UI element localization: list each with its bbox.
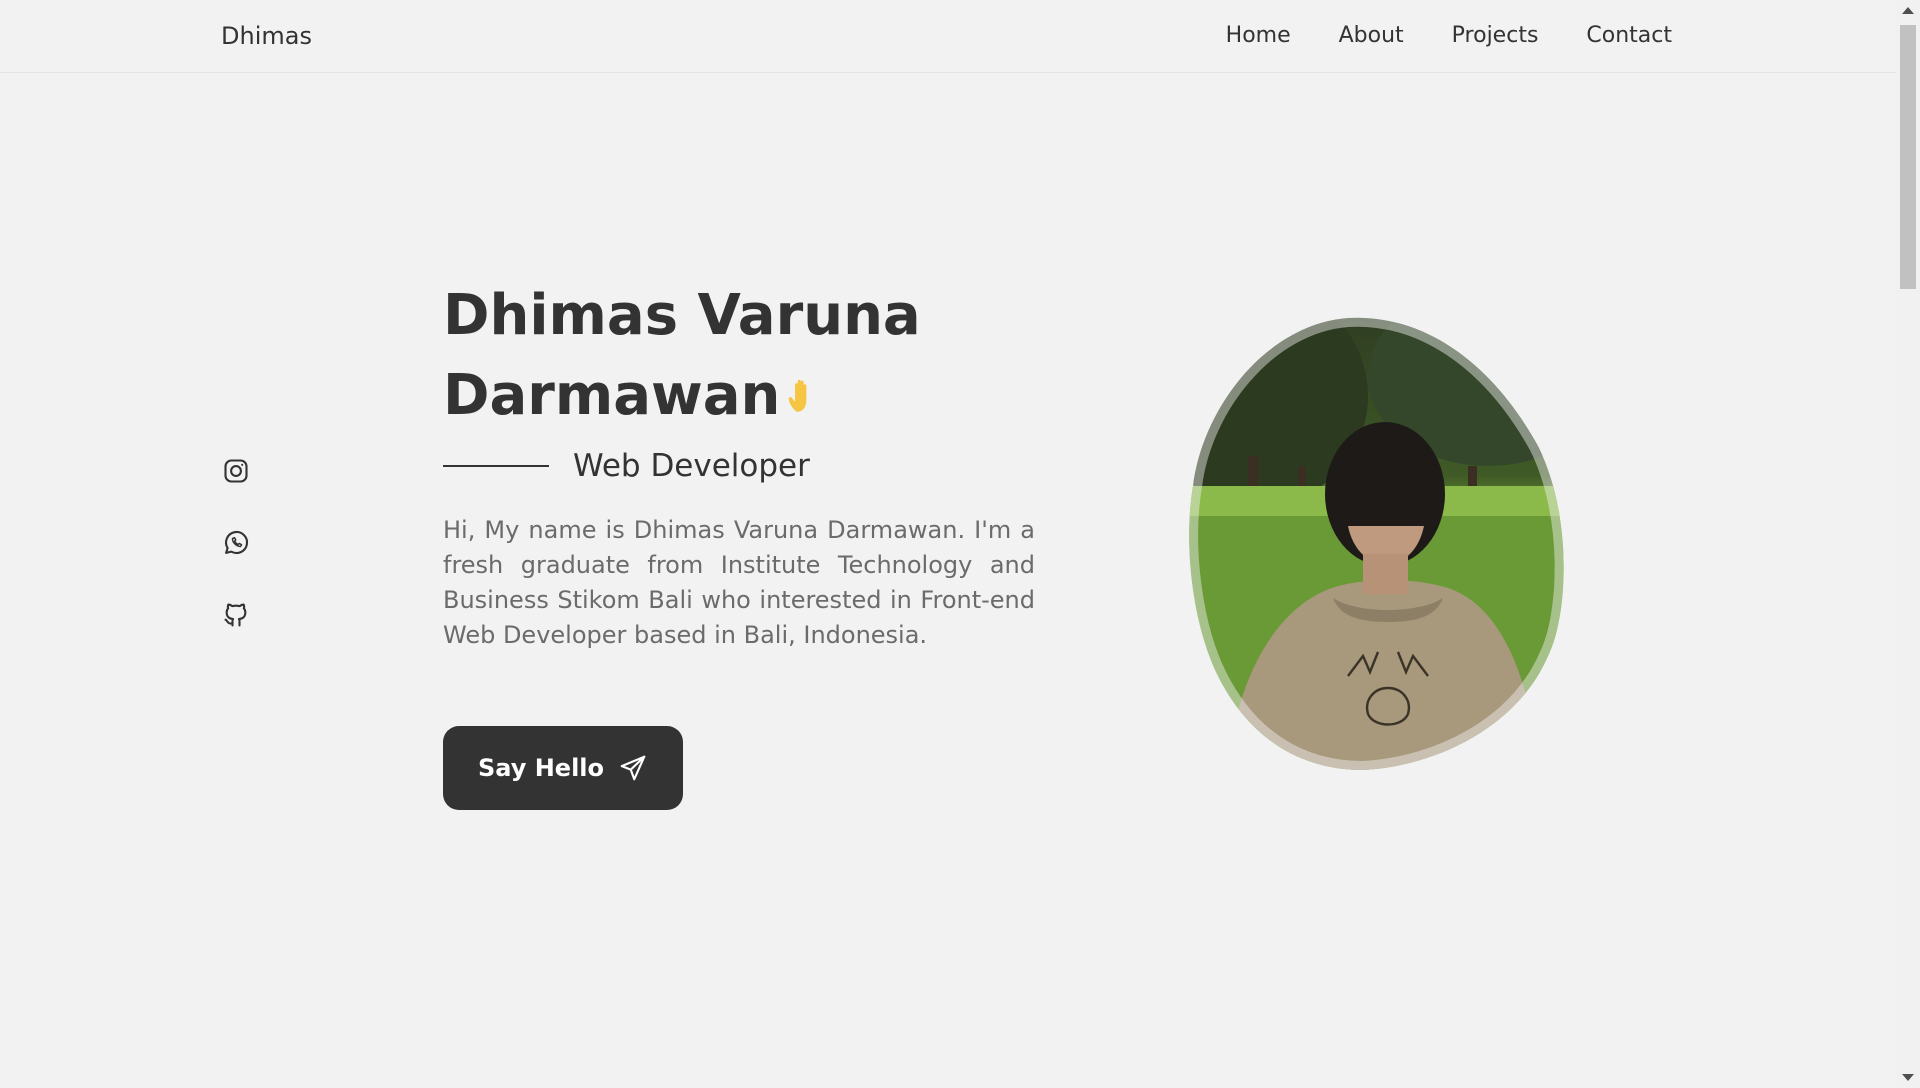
send-icon	[620, 755, 646, 781]
nav-link-home[interactable]: Home	[1226, 23, 1291, 48]
nav-item-about: About	[1339, 23, 1404, 48]
instagram-link[interactable]	[222, 457, 250, 485]
hero-title: Dhimas Varuna Darmawan	[443, 276, 963, 436]
nav-item-projects: Projects	[1452, 23, 1539, 48]
whatsapp-icon	[225, 531, 249, 555]
social-links	[222, 457, 250, 629]
hero-title-line1: Dhimas Varuna	[443, 283, 921, 348]
hero-title-line2: Darmawan	[443, 363, 781, 428]
github-icon	[224, 603, 247, 627]
site-logo[interactable]: Dhimas	[221, 22, 312, 50]
nav-item-home: Home	[1226, 23, 1291, 48]
scroll-thumb[interactable]	[1900, 25, 1916, 289]
hero-subtitle: Web Developer	[573, 448, 810, 484]
nav-item-contact: Contact	[1586, 23, 1672, 48]
subtitle-divider	[443, 465, 549, 467]
waving-hand-icon	[789, 379, 807, 412]
scroll-up-arrow-icon[interactable]	[1902, 7, 1914, 14]
vertical-scrollbar[interactable]	[1896, 0, 1920, 1088]
site-header: Dhimas Home About Projects Contact	[0, 0, 1896, 73]
say-hello-label: Say Hello	[477, 754, 605, 782]
nav-link-projects[interactable]: Projects	[1452, 23, 1539, 48]
profile-image-blob	[1180, 308, 1573, 780]
main-nav: Home About Projects Contact	[1226, 23, 1672, 48]
nav-link-about[interactable]: About	[1339, 23, 1404, 48]
whatsapp-link[interactable]	[222, 529, 250, 557]
nav-link-contact[interactable]: Contact	[1586, 23, 1672, 48]
instagram-icon	[224, 459, 248, 483]
github-link[interactable]	[222, 601, 250, 629]
profile-photo	[1180, 308, 1573, 780]
scroll-down-arrow-icon[interactable]	[1902, 1074, 1914, 1081]
subtitle-row: Web Developer	[443, 448, 810, 484]
page: Dhimas Home About Projects Contact Dhima…	[0, 0, 1920, 1088]
say-hello-button[interactable]: Say Hello	[443, 726, 683, 810]
hero-description: Hi, My name is Dhimas Varuna Darmawan. I…	[443, 516, 1035, 649]
